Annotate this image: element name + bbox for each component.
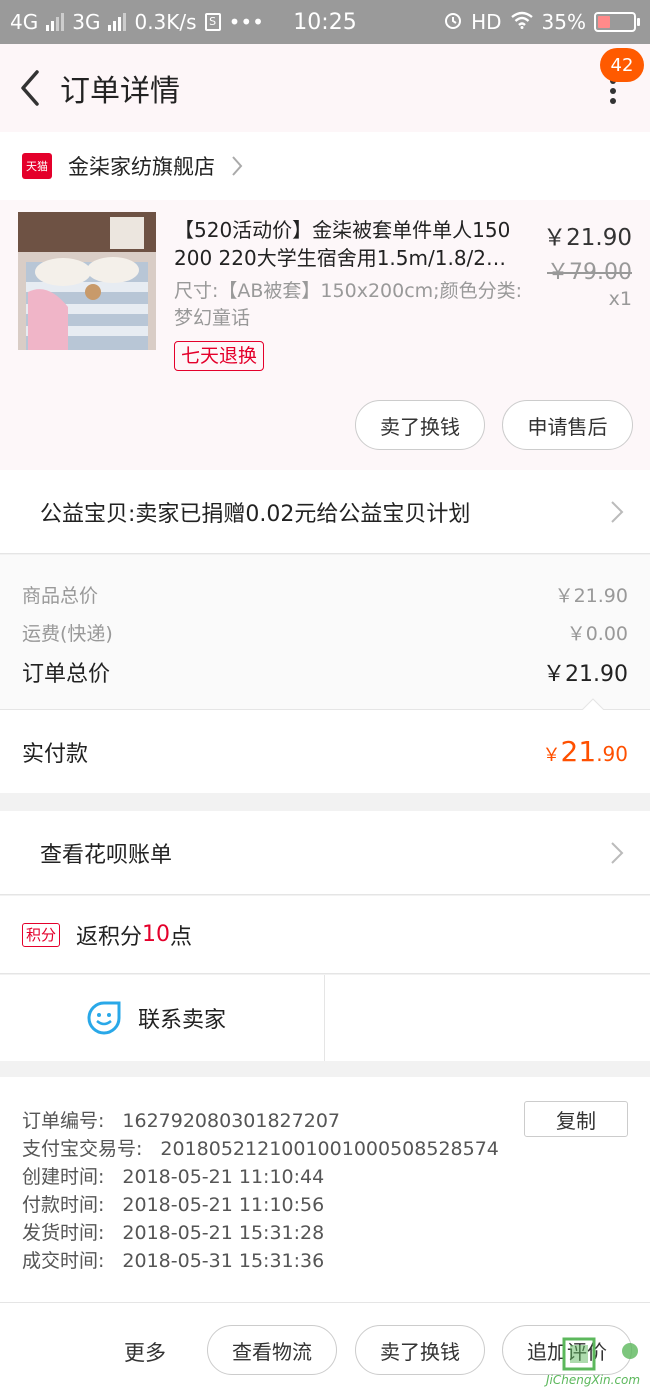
watermark-text: JiChengXin.com [546, 1373, 641, 1387]
sell-for-cash-button[interactable]: 卖了换钱 [355, 1325, 485, 1375]
created-time-value: 2018-05-21 11:10:44 [122, 1166, 325, 1188]
product-quantity: x1 [608, 288, 632, 310]
contact-seller-button[interactable]: 联系卖家 [0, 975, 325, 1061]
charity-text: 公益宝贝:卖家已捐赠0.02元给公益宝贝计划 [40, 501, 471, 527]
clock: 10:25 [293, 9, 357, 35]
copy-button[interactable]: 复制 [524, 1101, 628, 1137]
alipay-number-label: 支付宝交易号: [22, 1138, 143, 1160]
chevron-right-icon [611, 500, 624, 523]
contact-seller-label: 联系卖家 [138, 1008, 227, 1033]
product-thumbnail[interactable] [18, 212, 156, 350]
chevron-right-icon [611, 841, 624, 864]
view-logistics-button[interactable]: 查看物流 [207, 1325, 337, 1375]
contact-row: 联系卖家 [0, 975, 650, 1061]
order-number-label: 订单编号: [22, 1110, 105, 1132]
closed-time-row: 成交时间: 2018-05-31 15:31:36 [22, 1247, 650, 1275]
closed-time-value: 2018-05-31 15:31:36 [122, 1250, 325, 1272]
caret-up-icon [582, 698, 604, 710]
goods-total-value: ￥21.90 [554, 585, 628, 607]
paid-time-row: 付款时间: 2018-05-21 11:10:56 [22, 1191, 650, 1219]
original-price: ￥79.00 [547, 260, 632, 285]
shipped-time-row: 发货时间: 2018-05-21 15:31:28 [22, 1219, 650, 1247]
points-prefix: 返积分 [76, 924, 143, 950]
seven-day-return-tag: 七天退换 [174, 341, 265, 371]
points-suffix: 点 [170, 924, 193, 950]
actual-payment-row: 实付款 ￥21.90 [0, 698, 650, 793]
order-total-label: 订单总价 [22, 662, 111, 687]
tmall-logo: 天猫 [22, 153, 52, 179]
paid-time-value: 2018-05-21 11:10:56 [122, 1194, 325, 1216]
huabei-bill-row[interactable]: 查看花呗账单 [0, 811, 650, 895]
product-sku: 尺寸:【AB被套】150x200cm;颜色分类:梦幻童话 [174, 280, 522, 329]
shipping-row: 运费(快递) ￥0.00 [22, 619, 628, 646]
shop-name[interactable]: 金柒家纺旗舰店 [68, 151, 215, 181]
points-number: 10 [142, 922, 171, 947]
points-tag: 积分 [22, 922, 61, 947]
page-title: 订单详情 [60, 74, 180, 109]
closed-time-label: 成交时间: [22, 1250, 105, 1272]
chevron-right-icon [232, 156, 243, 176]
order-total-value: ￥21.90 [543, 662, 628, 687]
goods-total-row: 商品总价 ￥21.90 [22, 581, 628, 608]
bottom-action-bar: 更多 查看物流 卖了换钱 追加评价 JiChengXin.com [0, 1302, 650, 1395]
alipay-number-row: 支付宝交易号: 2018052121001001000508528574 [22, 1135, 650, 1163]
status-bar: 4G 3G 0.3K/s S ••• 10:25 HD 35% [0, 0, 650, 44]
created-time-label: 创建时间: [22, 1166, 105, 1188]
message-count-badge[interactable]: 42 [600, 48, 644, 82]
price-summary: 商品总价 ￥21.90 运费(快递) ￥0.00 订单总价 ￥21.90 [0, 555, 650, 710]
shop-row[interactable]: 天猫 金柒家纺旗舰店 [0, 132, 650, 200]
product-price: ￥21.90 [543, 225, 632, 251]
shipping-value: ￥0.00 [566, 623, 628, 645]
sell-for-cash-button[interactable]: 卖了换钱 [355, 400, 485, 450]
goods-total-label: 商品总价 [22, 585, 99, 607]
actual-payment-amount: ￥21.90 [542, 735, 628, 768]
paid-time-label: 付款时间: [22, 1194, 105, 1216]
order-item[interactable]: 【520活动价】金柒被套单件单人150 200 220大学生宿舍用1.5m/1.… [0, 200, 650, 470]
shipped-time-value: 2018-05-21 15:31:28 [122, 1222, 325, 1244]
order-total-row: 订单总价 ￥21.90 [22, 656, 628, 688]
charity-row[interactable]: 公益宝贝:卖家已捐赠0.02元给公益宝贝计划 [0, 470, 650, 554]
after-sale-button[interactable]: 申请售后 [502, 400, 633, 450]
shipped-time-label: 发货时间: [22, 1222, 105, 1244]
actual-payment-label: 实付款 [22, 741, 89, 767]
created-time-row: 创建时间: 2018-05-21 11:10:44 [22, 1163, 650, 1191]
shipping-label: 运费(快递) [22, 623, 113, 645]
back-arrow-icon [21, 70, 39, 106]
watermark-logo: JiChengXin.com [530, 1333, 646, 1393]
huabei-bill-text: 查看花呗账单 [40, 842, 173, 868]
back-button[interactable] [0, 44, 60, 132]
points-row: 积分 返积分 10 点 [0, 896, 650, 974]
order-info: 订单编号: 162792080301827207 复制 支付宝交易号: 2018… [0, 1077, 650, 1302]
alipay-number-value: 2018052121001001000508528574 [160, 1138, 499, 1160]
more-button[interactable]: 更多 [124, 1337, 166, 1367]
product-title[interactable]: 【520活动价】金柒被套单件单人150 200 220大学生宿舍用1.5m/1.… [174, 216, 536, 272]
nav-header: 订单详情 42 [0, 44, 650, 132]
chat-face-icon [87, 1001, 121, 1035]
order-number-value: 162792080301827207 [122, 1110, 340, 1132]
